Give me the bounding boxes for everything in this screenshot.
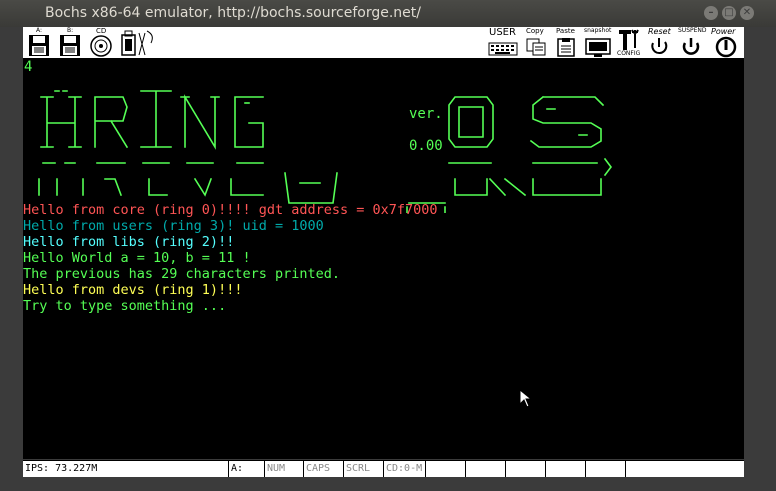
version-number: 0.00 xyxy=(409,138,443,154)
console-line: Hello from core (ring 0)!!!! gdt address… xyxy=(23,202,438,218)
reset-label: Reset xyxy=(648,27,671,36)
config-button[interactable]: CONFIG xyxy=(617,28,643,57)
user-button[interactable]: USER xyxy=(488,27,518,57)
snapshot-icon xyxy=(585,38,611,57)
copy-label: Copy xyxy=(526,27,544,35)
mouse-capture-button[interactable] xyxy=(137,28,163,57)
status-drive: A: xyxy=(228,461,261,477)
user-label: USER xyxy=(489,27,516,38)
status-slot xyxy=(545,461,584,477)
screen-top-char: 4 xyxy=(24,59,33,75)
window-title: Bochs x86-64 emulator, http://bochs.sour… xyxy=(45,5,421,21)
mouse-icon xyxy=(138,30,153,56)
minimize-button[interactable]: – xyxy=(704,6,718,20)
console-output: Hello from core (ring 0)!!!! gdt address… xyxy=(23,202,438,314)
emulator-screen[interactable]: 4 ver. 0.00 Hello from core (ring 0)!!!!… xyxy=(23,59,744,459)
suspend-label: SUSPEND xyxy=(678,27,707,34)
status-slot xyxy=(465,461,504,477)
power-icon xyxy=(715,36,737,58)
config-icon xyxy=(619,29,639,50)
reset-button[interactable]: Reset xyxy=(648,27,674,57)
power-button[interactable]: Power xyxy=(711,27,743,58)
maximize-button[interactable]: □ xyxy=(722,6,736,20)
status-slot xyxy=(585,461,624,477)
status-slot xyxy=(625,461,744,477)
keyboard-icon xyxy=(488,42,518,56)
console-line: Hello from devs (ring 1)!!! xyxy=(23,282,243,298)
cdrom-icon xyxy=(90,35,112,57)
snapshot-button[interactable]: snapshot xyxy=(584,27,614,57)
console-line: Hello from users (ring 3)! uid = 1000 xyxy=(23,218,324,234)
status-bar: IPS: 73.227M A: NUM CAPS SCRL CD:0-M xyxy=(23,460,744,477)
status-num: NUM xyxy=(264,461,301,477)
suspend-icon xyxy=(682,38,700,55)
close-button[interactable]: ✕ xyxy=(740,6,754,20)
paste-button[interactable]: Paste xyxy=(555,27,581,57)
status-slot xyxy=(505,461,544,477)
paste-label: Paste xyxy=(556,27,575,35)
version-label: ver. xyxy=(409,106,443,122)
config-label: CONFIG xyxy=(617,50,641,57)
power-label: Power xyxy=(711,27,736,36)
console-line: Hello from libs (ring 2)!! xyxy=(23,234,235,250)
status-cd: CD:0-M xyxy=(383,461,424,477)
mouse-pointer-icon xyxy=(519,389,533,408)
floppy-a-icon xyxy=(29,35,49,56)
floppy-a-label: A: xyxy=(36,27,43,34)
floppy-b-label: B: xyxy=(67,27,74,34)
floppy-a-button[interactable]: A: xyxy=(26,27,52,57)
status-caps: CAPS xyxy=(303,461,340,477)
copy-icon xyxy=(526,38,546,56)
snapshot-label: snapshot xyxy=(584,27,612,34)
status-slot xyxy=(425,461,464,477)
ips-readout: IPS: 73.227M xyxy=(25,463,98,474)
paste-icon xyxy=(557,38,575,57)
bochs-toolbar: A: B: CD USER Copy Paste snapshot CONFIG… xyxy=(23,27,744,59)
suspend-button[interactable]: SUSPEND xyxy=(676,27,707,57)
window-titlebar: Bochs x86-64 emulator, http://bochs.sour… xyxy=(0,0,776,27)
ascii-banner-logo xyxy=(38,90,612,213)
console-line: Try to type something ... xyxy=(23,298,227,314)
cdrom-button[interactable]: CD xyxy=(88,27,114,57)
reset-icon xyxy=(651,38,668,55)
console-line: The previous has 29 characters printed. xyxy=(23,266,340,282)
floppy-b-icon xyxy=(60,35,80,56)
copy-button[interactable]: Copy xyxy=(525,27,551,57)
console-line: Hello World a = 10, b = 11 ! xyxy=(23,250,251,266)
status-scrl: SCRL xyxy=(343,461,380,477)
floppy-b-button[interactable]: B: xyxy=(57,27,83,57)
